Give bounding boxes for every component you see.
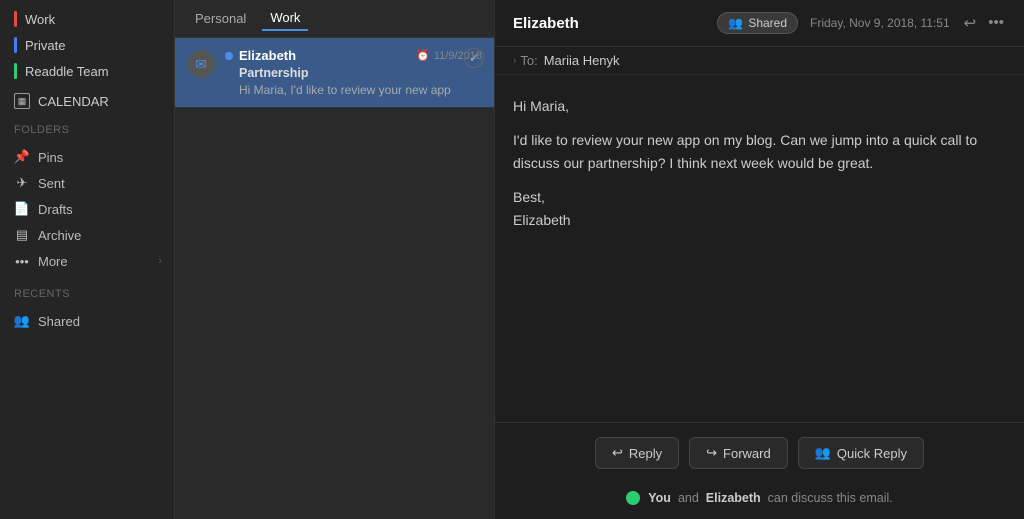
email-top-row: Elizabeth ⏰ 11/9/2018 [225, 48, 482, 63]
detail-action-icons: ↩ ••• [962, 12, 1006, 34]
archive-label: Archive [38, 228, 81, 243]
sidebar-item-private[interactable]: Private [0, 32, 174, 58]
detail-sender: Elizabeth [513, 15, 717, 32]
body-greeting: Hi Maria, [513, 95, 1006, 117]
forward-arrow-icon: ↪ [706, 445, 717, 461]
sender-avatar: ✉ [187, 50, 215, 78]
unread-dot [225, 52, 233, 60]
recents-section-title: Recents [0, 278, 174, 304]
tab-personal[interactable]: Personal [187, 7, 254, 30]
email-actions-bar: ↩ Reply ↪ Forward 👥 Quick Reply [495, 422, 1024, 483]
to-name: Mariia Henyk [544, 53, 620, 68]
to-label: To: [520, 53, 537, 68]
sidebar-item-calendar[interactable]: ▦ CALENDAR [0, 88, 174, 114]
discuss-row: You and Elizabeth can discuss this email… [495, 483, 1024, 519]
sidebar-item-readdle-label: Readdle Team [25, 64, 109, 79]
pins-label: Pins [38, 150, 63, 165]
forward-button[interactable]: ↪ Forward [689, 437, 788, 469]
sidebar-item-more[interactable]: ••• More › [0, 248, 174, 274]
email-item-0[interactable]: ✉ Elizabeth ⏰ 11/9/2018 Partnership Hi M… [175, 38, 494, 108]
pins-icon: 📌 [14, 149, 30, 165]
email-content: Elizabeth ⏰ 11/9/2018 Partnership Hi Mar… [225, 48, 482, 97]
sidebar-item-work[interactable]: Work [0, 6, 174, 32]
folders-section: 📌 Pins ✈ Sent 📄 Drafts ▤ Archive ••• Mor… [0, 140, 174, 278]
sidebar-item-shared[interactable]: 👥 Shared [0, 308, 174, 334]
sidebar-item-drafts[interactable]: 📄 Drafts [0, 196, 174, 222]
body-closing: Best, Elizabeth [513, 186, 1006, 231]
detail-header: Elizabeth 👥 Shared Friday, Nov 9, 2018, … [495, 0, 1024, 47]
sidebar-item-work-label: Work [25, 12, 55, 27]
email-list-tabs: Personal Work [175, 0, 494, 38]
sidebar-item-archive[interactable]: ▤ Archive [0, 222, 174, 248]
shared-badge-label: Shared [748, 16, 787, 30]
private-indicator [14, 37, 17, 53]
discuss-and: and [678, 491, 699, 505]
clock-icon: ⏰ [416, 49, 430, 62]
email-to-row: › To: Mariia Henyk [495, 47, 1024, 75]
sidebar-item-readdle-team[interactable]: Readdle Team [0, 58, 174, 84]
archive-icon: ▤ [14, 227, 30, 243]
email-preview: Hi Maria, I'd like to review your new ap… [225, 83, 482, 97]
msg-icon: ✉ [195, 56, 207, 73]
quick-reply-button[interactable]: 👥 Quick Reply [798, 437, 924, 469]
sent-label: Sent [38, 176, 65, 191]
body-paragraph: I'd like to review your new app on my bl… [513, 129, 1006, 174]
more-options-icon[interactable]: ••• [986, 12, 1006, 34]
shared-label: Shared [38, 314, 80, 329]
discuss-name: Elizabeth [706, 491, 761, 505]
sidebar-item-pins[interactable]: 📌 Pins [0, 144, 174, 170]
shared-badge-icon: 👥 [728, 16, 743, 30]
email-check-circle[interactable]: ✓ [464, 48, 484, 68]
folders-section-title: Folders [0, 114, 174, 140]
expand-arrow-icon[interactable]: › [513, 55, 516, 66]
shared-icon: 👥 [14, 313, 30, 329]
email-body: Hi Maria, I'd like to review your new ap… [495, 75, 1024, 422]
work-indicator [14, 11, 17, 27]
calendar-icon: ▦ [14, 93, 30, 109]
drafts-label: Drafts [38, 202, 73, 217]
more-label: More [38, 254, 68, 269]
email-list-panel: Personal Work ✉ Elizabeth ⏰ 11/9/2018 Pa… [175, 0, 495, 519]
sidebar-item-sent[interactable]: ✈ Sent [0, 170, 174, 196]
reply-icon-button[interactable]: ↩ [962, 12, 979, 34]
reply-arrow-icon: ↩ [612, 445, 623, 461]
discuss-suffix: can discuss this email. [768, 491, 893, 505]
sent-icon: ✈ [14, 175, 30, 191]
email-subject: Partnership [225, 66, 482, 80]
email-sender: Elizabeth [239, 48, 416, 63]
inbox-items: Work Private Readdle Team [0, 0, 174, 88]
discuss-status-dot [626, 491, 640, 505]
drafts-icon: 📄 [14, 201, 30, 217]
sidebar-item-private-label: Private [25, 38, 65, 53]
shared-badge[interactable]: 👥 Shared [717, 12, 798, 34]
email-detail-panel: Elizabeth 👥 Shared Friday, Nov 9, 2018, … [495, 0, 1024, 519]
calendar-label: CALENDAR [38, 94, 109, 109]
reply-button[interactable]: ↩ Reply [595, 437, 679, 469]
more-icon: ••• [14, 253, 30, 269]
tab-work[interactable]: Work [262, 6, 308, 31]
chevron-right-icon: › [158, 255, 162, 267]
sidebar: Work Private Readdle Team ▦ CALENDAR Fol… [0, 0, 175, 519]
recents-section: 👥 Shared [0, 304, 174, 338]
readdle-indicator [14, 63, 17, 79]
quick-reply-icon: 👥 [815, 445, 831, 461]
detail-date: Friday, Nov 9, 2018, 11:51 [810, 16, 950, 30]
discuss-you: You [648, 491, 671, 505]
